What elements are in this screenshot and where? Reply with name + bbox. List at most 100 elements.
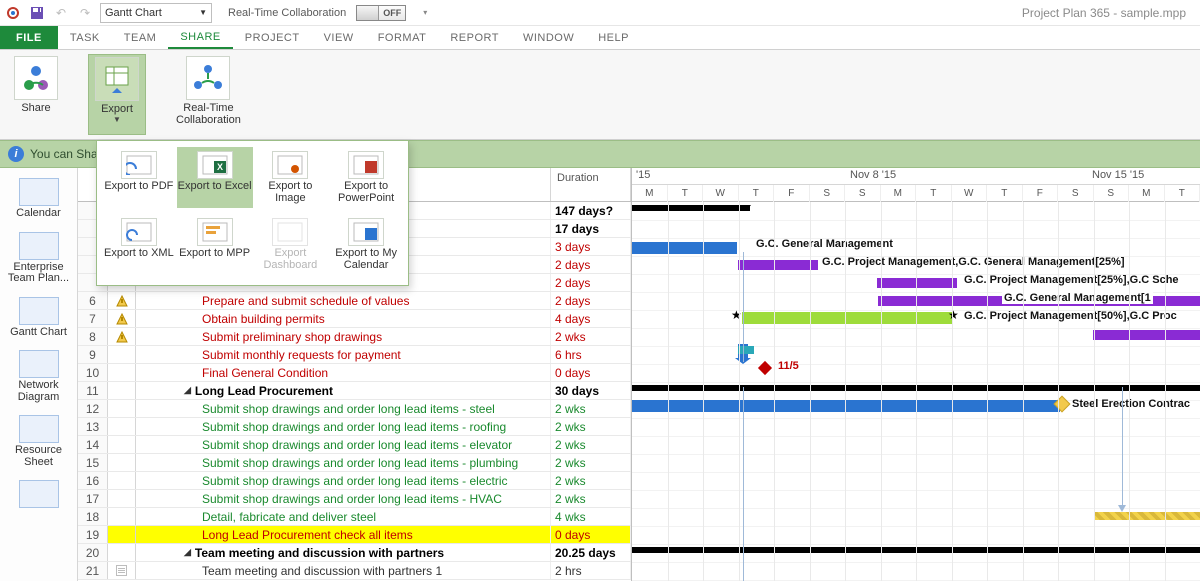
viewbar-calendar[interactable]: Calendar	[4, 174, 74, 224]
ribbon-tab-report[interactable]: REPORT	[438, 26, 511, 49]
task-bar[interactable]	[1093, 330, 1200, 340]
ribbon-tab-file[interactable]: FILE	[0, 26, 58, 49]
table-row[interactable]: 19Long Lead Procurement check all items0…	[78, 526, 631, 544]
viewbar-resource-sheet[interactable]: Resource Sheet	[4, 411, 74, 472]
cell-taskname[interactable]: Prepare and submit schedule of values	[136, 292, 551, 309]
cell-duration[interactable]: 4 wks	[551, 508, 631, 525]
table-row[interactable]: 10Final General Condition0 days	[78, 364, 631, 382]
task-bar[interactable]	[738, 260, 818, 270]
table-row[interactable]: 14Submit shop drawings and order long le…	[78, 436, 631, 454]
cell-duration[interactable]: 2 hrs	[551, 562, 631, 579]
table-row[interactable]: 13Submit shop drawings and order long le…	[78, 418, 631, 436]
cell-duration[interactable]: 2 wks	[551, 328, 631, 345]
cell-duration[interactable]: 3 days	[551, 238, 631, 255]
save-icon[interactable]	[28, 4, 46, 22]
cell-taskname[interactable]: Submit preliminary shop drawings	[136, 328, 551, 345]
task-bar[interactable]	[877, 278, 957, 288]
table-row[interactable]: 6Prepare and submit schedule of values2 …	[78, 292, 631, 310]
cell-duration[interactable]: 0 days	[551, 526, 631, 543]
ribbon-tab-team[interactable]: TEAM	[112, 26, 169, 49]
image-icon	[272, 151, 308, 179]
cell-duration[interactable]: 30 days	[551, 382, 631, 399]
table-row[interactable]: 9 Submit monthly requests for payment6 hr…	[78, 346, 631, 364]
table-row[interactable]: 17Submit shop drawings and order long le…	[78, 490, 631, 508]
undo-icon[interactable]: ↶	[52, 4, 70, 22]
table-row[interactable]: 20◢Team meeting and discussion with part…	[78, 544, 631, 562]
cell-duration[interactable]: 2 wks	[551, 490, 631, 507]
cell-duration[interactable]: 17 days	[551, 220, 631, 237]
table-row[interactable]: 18Detail, fabricate and deliver steel4 w…	[78, 508, 631, 526]
cell-duration[interactable]: 4 days	[551, 310, 631, 327]
cell-taskname[interactable]: Submit shop drawings and order long lead…	[136, 490, 551, 507]
task-bar[interactable]	[632, 242, 737, 254]
ribbon-tab-share[interactable]: SHARE	[168, 26, 232, 49]
export-to-powerpoint[interactable]: Export to PowerPoint	[328, 147, 404, 208]
cell-taskname[interactable]: Final General Condition	[136, 364, 551, 381]
cell-indicator	[108, 508, 136, 525]
viewbar-network-diagram[interactable]: Network Diagram	[4, 346, 74, 407]
col-duration[interactable]: Duration	[551, 168, 631, 201]
cell-taskname[interactable]: ◢Long Lead Procurement	[136, 382, 551, 399]
gantt-body[interactable]: G.C. General Management G.C. Project Man…	[632, 202, 1200, 581]
redo-icon[interactable]: ↷	[76, 4, 94, 22]
cell-taskname[interactable]: Submit shop drawings and order long lead…	[136, 400, 551, 417]
cell-duration[interactable]: 2 wks	[551, 418, 631, 435]
task-bar[interactable]	[632, 400, 1060, 412]
table-row[interactable]: 7Obtain building permits4 days	[78, 310, 631, 328]
cell-duration[interactable]: 0 days	[551, 364, 631, 381]
task-bar[interactable]	[738, 346, 754, 354]
cell-duration[interactable]: 20.25 days	[551, 544, 631, 561]
export-to-xml[interactable]: Export to XML	[101, 214, 177, 275]
cell-taskname[interactable]: Submit monthly requests for payment	[136, 346, 551, 363]
cell-duration[interactable]: 147 days?	[551, 202, 631, 219]
cell-taskname[interactable]: ◢Team meeting and discussion with partne…	[136, 544, 551, 561]
cell-duration[interactable]: 6 hrs	[551, 346, 631, 363]
cell-taskname[interactable]: Long Lead Procurement check all items	[136, 526, 551, 543]
qat-more-icon[interactable]: ▾	[416, 4, 434, 22]
cell-duration[interactable]: 2 wks	[551, 472, 631, 489]
cell-duration[interactable]: 2 wks	[551, 454, 631, 471]
toggle-state: OFF	[379, 8, 405, 18]
cell-taskname[interactable]: Submit shop drawings and order long lead…	[136, 436, 551, 453]
rtc-toggle[interactable]: OFF	[356, 5, 406, 21]
table-row[interactable]: 15Submit shop drawings and order long le…	[78, 454, 631, 472]
cell-taskname[interactable]: Detail, fabricate and deliver steel	[136, 508, 551, 525]
cell-duration[interactable]: 2 wks	[551, 400, 631, 417]
cell-duration[interactable]: 2 wks	[551, 436, 631, 453]
cell-duration[interactable]: 2 days	[551, 274, 631, 291]
cell-taskname[interactable]: Submit shop drawings and order long lead…	[136, 472, 551, 489]
viewbar-enterprise-team-plan[interactable]: Enterprise Team Plan...	[4, 228, 74, 289]
viewbar-gantt-chart[interactable]: Gantt Chart	[4, 293, 74, 343]
ribbon-tab-window[interactable]: WINDOW	[511, 26, 586, 49]
cell-taskname[interactable]: Team meeting and discussion with partner…	[136, 562, 551, 579]
cell-taskname[interactable]: Obtain building permits	[136, 310, 551, 327]
ribbon-tab-view[interactable]: VIEW	[312, 26, 366, 49]
ribbon-tab-project[interactable]: PROJECT	[233, 26, 312, 49]
ribbon-tab-task[interactable]: TASK	[58, 26, 112, 49]
cell-taskname[interactable]: Submit shop drawings and order long lead…	[136, 454, 551, 471]
cell-id: 9	[78, 346, 108, 363]
summary-bar[interactable]	[632, 205, 750, 211]
table-row[interactable]: 12Submit shop drawings and order long le…	[78, 400, 631, 418]
ribbon-share-button[interactable]: Share	[8, 54, 64, 135]
table-row[interactable]: 21Team meeting and discussion with partn…	[78, 562, 631, 580]
export-to-mpp[interactable]: Export to MPP	[177, 214, 253, 275]
export-to-pdf[interactable]: Export to PDF	[101, 147, 177, 208]
task-bar[interactable]	[1094, 512, 1200, 520]
view-selector[interactable]: Gantt Chart ▼	[100, 3, 212, 23]
export-to-excel[interactable]: XExport to Excel	[177, 147, 253, 208]
export-to-image[interactable]: Export to Image	[253, 147, 329, 208]
ribbon-tab-format[interactable]: FORMAT	[366, 26, 439, 49]
cell-duration[interactable]: 2 days	[551, 292, 631, 309]
table-row[interactable]: 11◢Long Lead Procurement30 days	[78, 382, 631, 400]
cell-duration[interactable]: 2 days	[551, 256, 631, 273]
ribbon-rtc-button[interactable]: Real-Time Collaboration	[170, 54, 247, 135]
ribbon-export-button[interactable]: Export ▼	[88, 54, 146, 135]
gantt-chart[interactable]: '15Nov 8 '15Nov 15 '15 MTWTFSSMTWTFSSMT …	[632, 168, 1200, 581]
ribbon-tab-help[interactable]: HELP	[586, 26, 641, 49]
viewbar-more[interactable]	[4, 476, 74, 514]
export-to-my-calendar[interactable]: Export to My Calendar	[328, 214, 404, 275]
table-row[interactable]: 8Submit preliminary shop drawings2 wks	[78, 328, 631, 346]
cell-taskname[interactable]: Submit shop drawings and order long lead…	[136, 418, 551, 435]
table-row[interactable]: 16Submit shop drawings and order long le…	[78, 472, 631, 490]
